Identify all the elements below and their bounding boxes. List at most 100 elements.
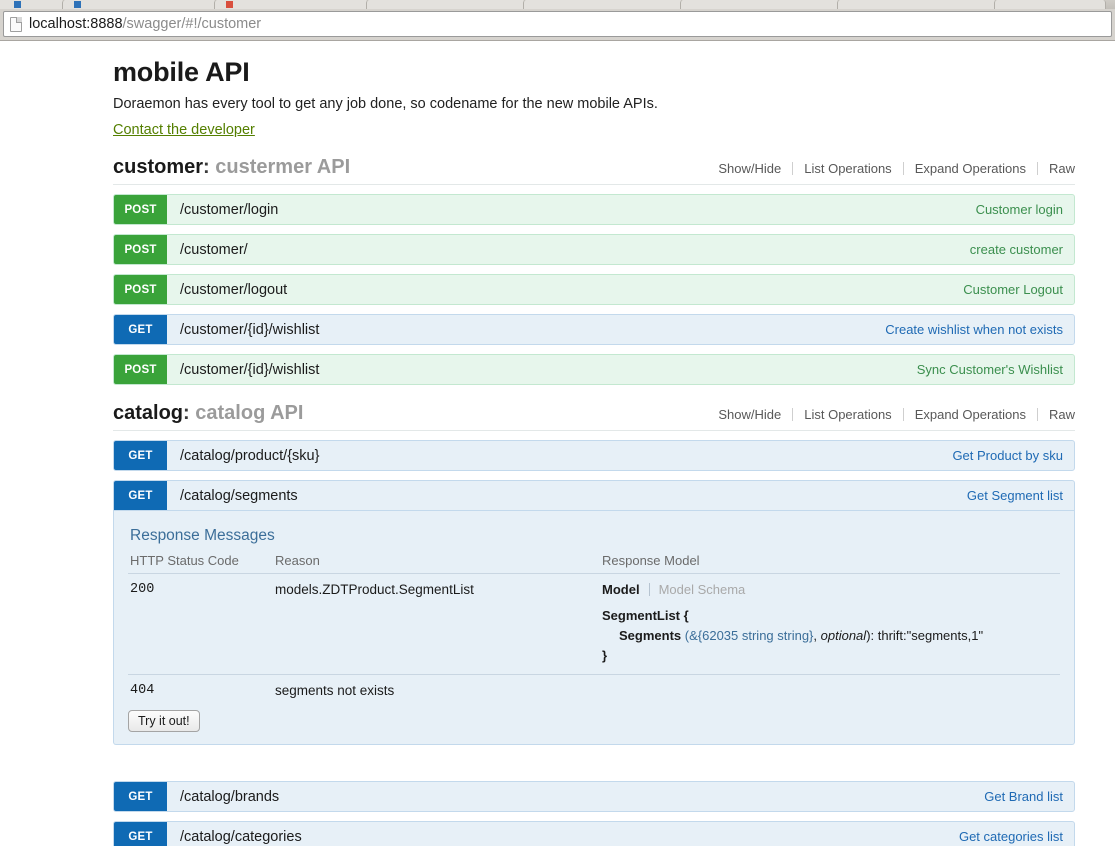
operation-path[interactable]: /customer/{id}/wishlist — [167, 315, 885, 344]
resource-subtitle: custermer API — [215, 156, 350, 178]
operation-row-expanded[interactable]: GET /catalog/segments Get Segment list — [113, 480, 1075, 511]
operation-description[interactable]: Sync Customer's Wishlist — [917, 355, 1074, 384]
table-row: 404 segments not exists — [128, 675, 1060, 707]
raw-link[interactable]: Raw — [1038, 161, 1075, 176]
tab-favicon-icon — [14, 1, 21, 8]
response-messages-title: Response Messages — [130, 527, 1060, 545]
show-hide-link[interactable]: Show/Hide — [718, 407, 792, 422]
operation-path[interactable]: /customer/ — [167, 235, 970, 264]
operation-path[interactable]: /catalog/product/{sku} — [167, 441, 952, 470]
operation-details-panel: Response Messages HTTP Status Code Reaso… — [113, 511, 1075, 745]
expand-operations-link[interactable]: Expand Operations — [904, 407, 1037, 422]
operation-row[interactable]: GET /catalog/categories Get categories l… — [113, 821, 1075, 846]
browser-tab[interactable] — [214, 0, 369, 9]
resource-name[interactable]: catalog — [113, 402, 183, 424]
list-operations-link[interactable]: List Operations — [793, 407, 902, 422]
resource-catalog: catalog: catalog API Show/Hide List Oper… — [113, 402, 1075, 846]
method-badge: GET — [114, 315, 167, 344]
raw-link[interactable]: Raw — [1038, 407, 1075, 422]
signature-property-line: Segments (&{62035 string string}, option… — [602, 626, 1060, 646]
resource-name[interactable]: customer — [113, 156, 203, 178]
browser-tab[interactable] — [994, 0, 1106, 9]
resource-separator: : — [203, 156, 210, 178]
operation-row[interactable]: POST /customer/ create customer — [113, 234, 1075, 265]
col-http-status-code: HTTP Status Code — [128, 553, 273, 574]
response-model-cell: Model Model Schema SegmentList { — [600, 574, 1060, 675]
swagger-content: mobile API Doraemon has every tool to ge… — [113, 41, 1075, 846]
response-messages-table: HTTP Status Code Reason Response Model 2… — [128, 553, 1060, 706]
tab-favicon-icon — [226, 1, 233, 8]
operation-description[interactable]: Create wishlist when not exists — [885, 315, 1074, 344]
resource-subtitle: catalog API — [195, 402, 303, 424]
browser-tabstrip[interactable] — [0, 0, 1115, 9]
operation-path[interactable]: /customer/{id}/wishlist — [167, 355, 917, 384]
operation-description[interactable]: Customer login — [976, 195, 1074, 224]
browser-tab[interactable] — [62, 0, 217, 9]
expand-operations-link[interactable]: Expand Operations — [904, 161, 1037, 176]
resource-header: catalog: catalog API Show/Hide List Oper… — [113, 402, 1075, 431]
panel-gap — [113, 754, 1075, 781]
tab-model[interactable]: Model — [602, 582, 649, 597]
operation-description[interactable]: Get Segment list — [967, 481, 1074, 510]
method-badge: GET — [114, 822, 167, 846]
browser-tab[interactable] — [680, 0, 840, 9]
resource-title: catalog: catalog API — [113, 402, 303, 425]
address-bar[interactable]: localhost:8888/swagger/#!/customer — [3, 11, 1112, 37]
tab-favicon-icon — [74, 1, 81, 8]
operation-row[interactable]: POST /customer/{id}/wishlist Sync Custom… — [113, 354, 1075, 385]
resource-header: customer: custermer API Show/Hide List O… — [113, 156, 1075, 185]
page-document-icon — [10, 17, 22, 32]
operation-row[interactable]: POST /customer/login Customer login — [113, 194, 1075, 225]
page-title: mobile API — [113, 57, 1075, 88]
list-operations-link[interactable]: List Operations — [793, 161, 902, 176]
operations-list-catalog: GET /catalog/product/{sku} Get Product b… — [113, 440, 1075, 846]
signature-property-type: (&{62035 string string} — [685, 628, 814, 643]
operation-path[interactable]: /catalog/brands — [167, 782, 984, 811]
signature-model-name: SegmentList { — [602, 608, 689, 623]
signature-optional-flag: optional — [821, 628, 867, 643]
col-reason: Reason — [273, 553, 600, 574]
browser-tab[interactable] — [837, 0, 997, 9]
operation-description[interactable]: Get categories list — [959, 822, 1074, 846]
status-code-value: 200 — [128, 574, 273, 675]
try-it-out-button[interactable]: Try it out! — [128, 710, 200, 732]
method-badge: POST — [114, 275, 167, 304]
operation-path[interactable]: /catalog/categories — [167, 822, 959, 846]
tab-model-schema[interactable]: Model Schema — [650, 582, 746, 597]
reason-value: segments not exists — [273, 675, 600, 707]
resource-options-catalog: Show/Hide List Operations Expand Operati… — [718, 407, 1075, 422]
operation-row[interactable]: GET /customer/{id}/wishlist Create wishl… — [113, 314, 1075, 345]
method-badge: POST — [114, 195, 167, 224]
swagger-page: mobile API Doraemon has every tool to ge… — [0, 41, 1115, 846]
operation-description[interactable]: Get Brand list — [984, 782, 1074, 811]
browser-tab[interactable] — [0, 0, 65, 9]
contact-developer-link[interactable]: Contact the developer — [113, 122, 255, 138]
operation-row[interactable]: GET /catalog/brands Get Brand list — [113, 781, 1075, 812]
signature-comma: , — [813, 628, 820, 643]
url-path: /swagger/#!/customer — [123, 16, 262, 32]
address-bar-url: localhost:8888/swagger/#!/customer — [29, 16, 261, 32]
operation-row[interactable]: POST /customer/logout Customer Logout — [113, 274, 1075, 305]
resource-options-customer: Show/Hide List Operations Expand Operati… — [718, 161, 1075, 176]
show-hide-link[interactable]: Show/Hide — [718, 161, 792, 176]
operation-path[interactable]: /catalog/segments — [167, 481, 967, 510]
operation-description[interactable]: Customer Logout — [963, 275, 1074, 304]
browser-tab[interactable] — [523, 0, 683, 9]
method-badge: GET — [114, 782, 167, 811]
model-signature: SegmentList { Segments (&{62035 string s… — [602, 606, 1060, 666]
method-badge: POST — [114, 355, 167, 384]
operation-description[interactable]: Get Product by sku — [952, 441, 1074, 470]
method-badge: GET — [114, 481, 167, 510]
operation-row[interactable]: GET /catalog/product/{sku} Get Product b… — [113, 440, 1075, 471]
browser-chrome: localhost:8888/swagger/#!/customer — [0, 0, 1115, 41]
response-model-cell-empty — [600, 675, 1060, 707]
operation-path[interactable]: /customer/logout — [167, 275, 963, 304]
resource-customer: customer: custermer API Show/Hide List O… — [113, 156, 1075, 385]
operation-description[interactable]: create customer — [970, 235, 1074, 264]
method-badge: POST — [114, 235, 167, 264]
browser-tab[interactable] — [366, 0, 526, 9]
resource-title: customer: custermer API — [113, 156, 350, 179]
status-code-value: 404 — [128, 675, 273, 707]
operation-path[interactable]: /customer/login — [167, 195, 976, 224]
resource-separator: : — [183, 402, 190, 424]
